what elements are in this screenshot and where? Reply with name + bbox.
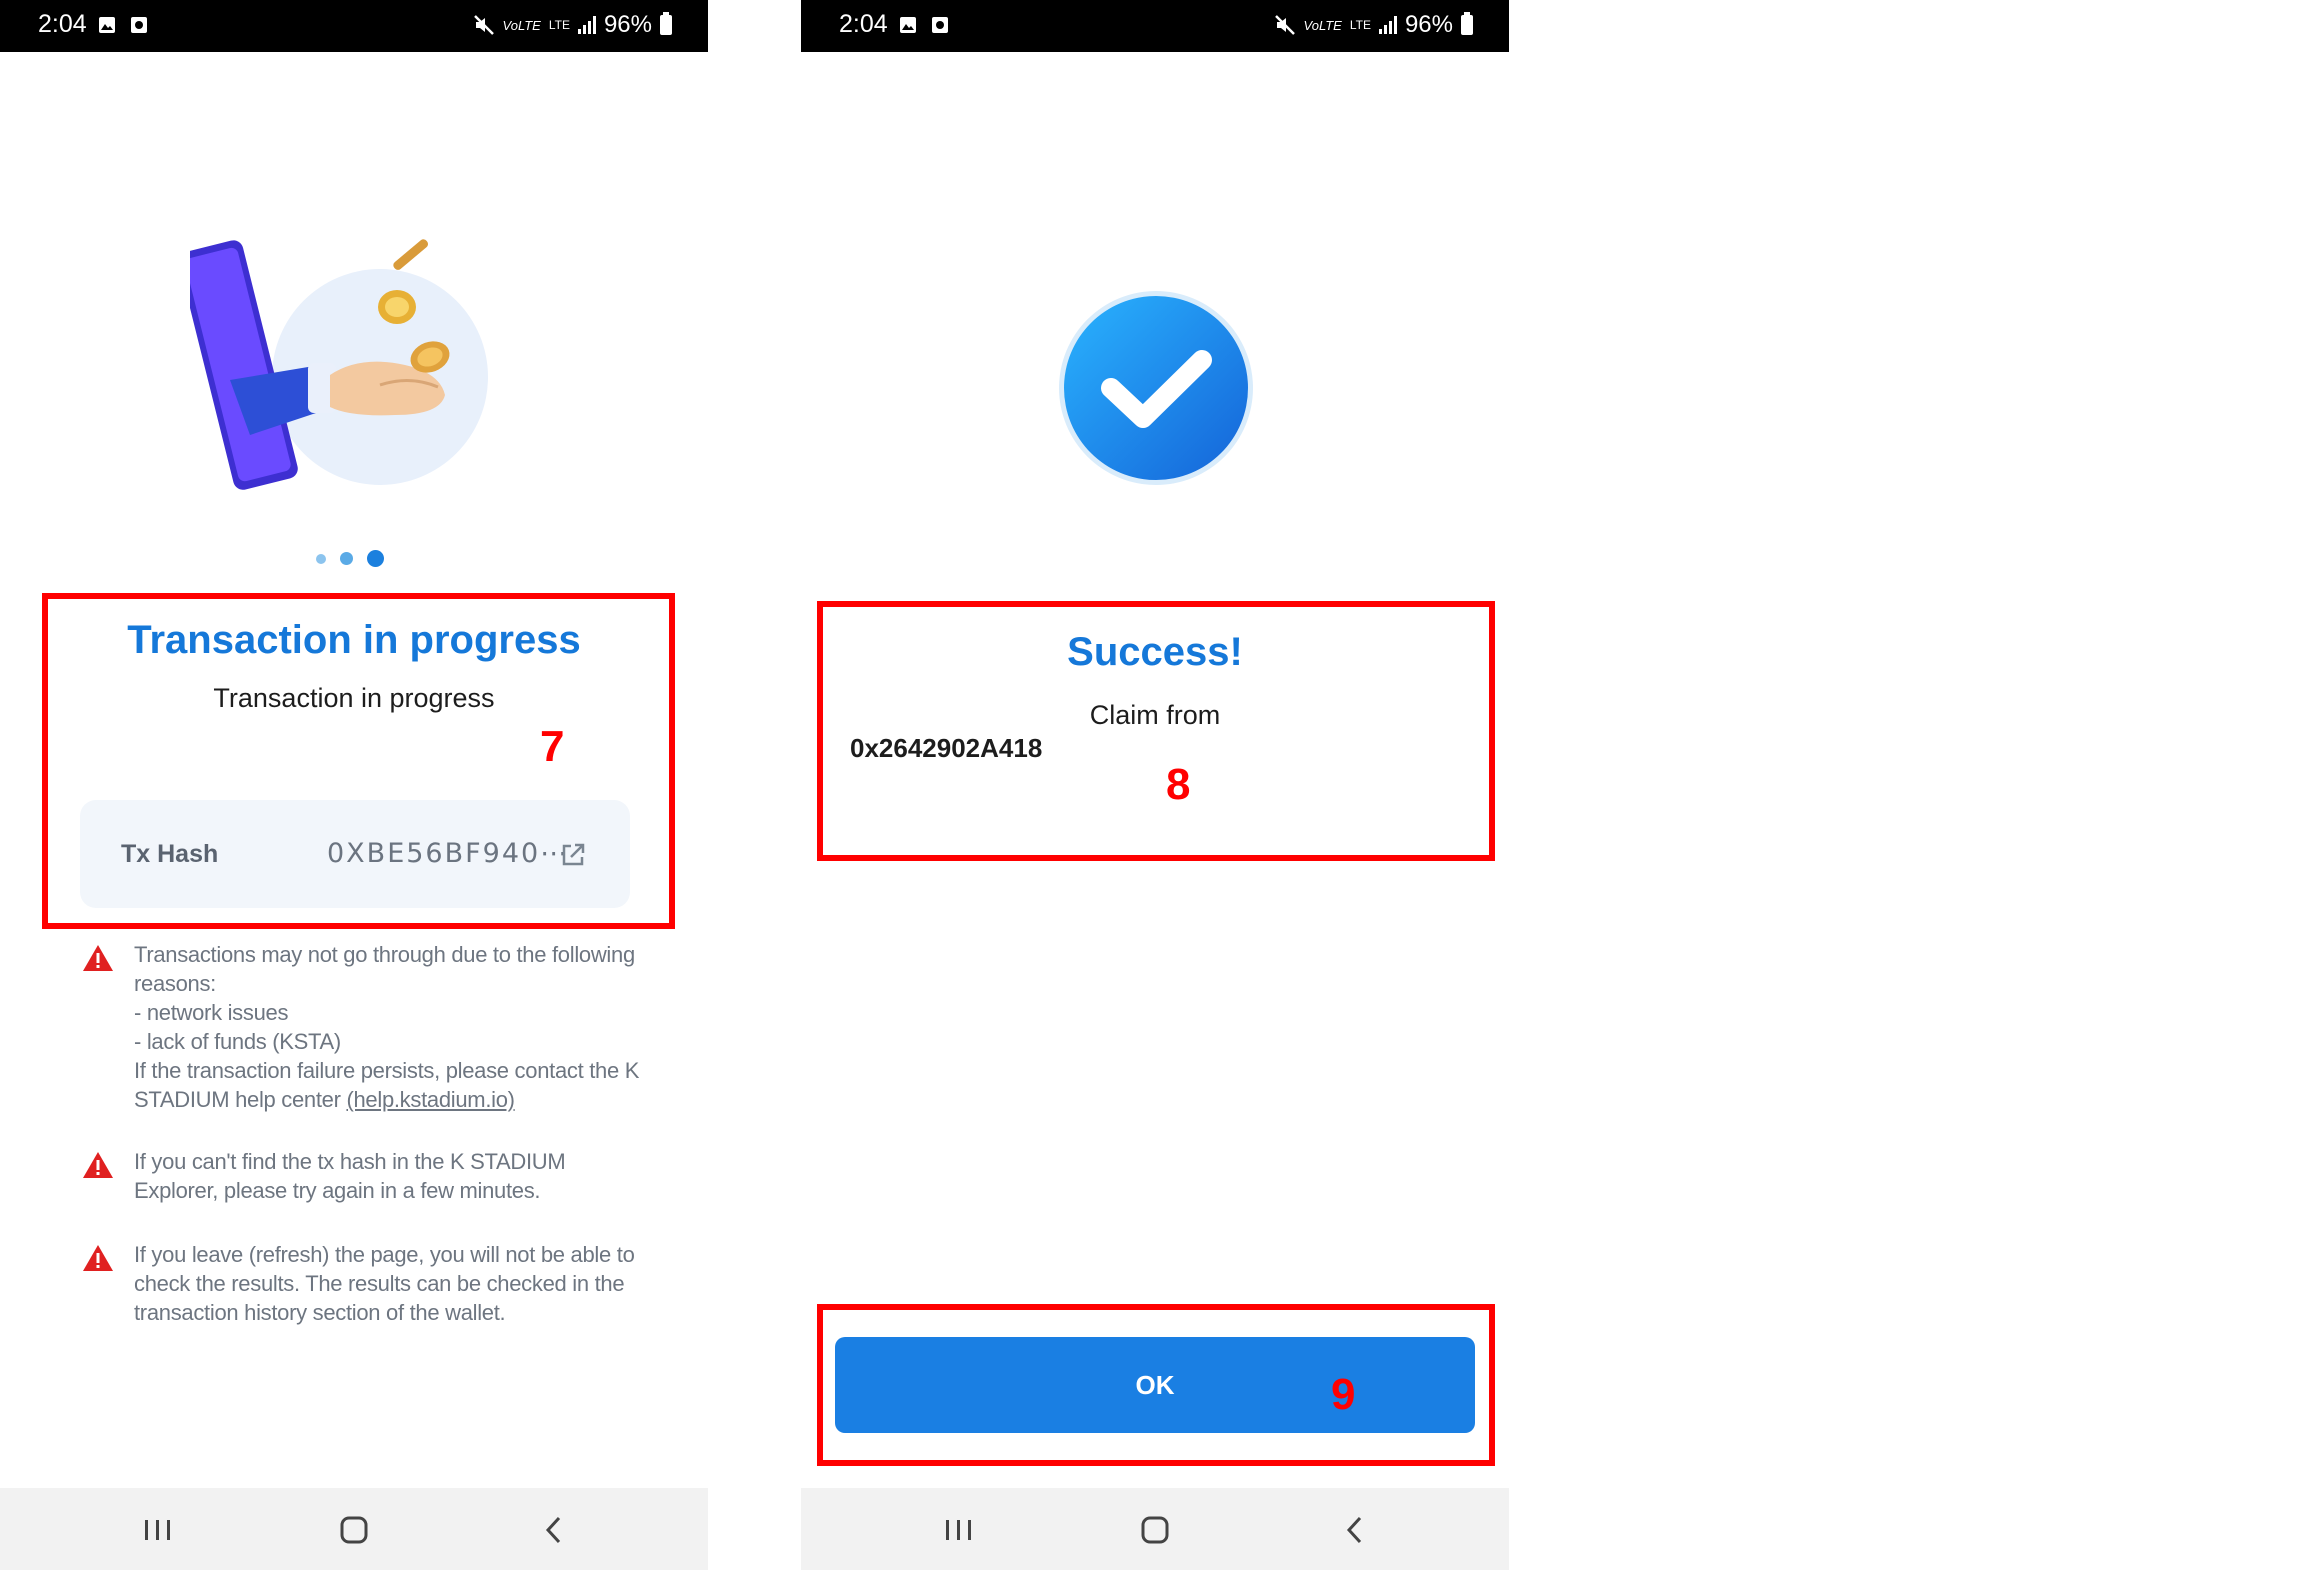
android-nav-bar	[801, 1488, 1509, 1570]
home-icon[interactable]	[324, 1508, 384, 1552]
signal-icon	[1378, 16, 1397, 34]
warning-item: If you leave (refresh) the page, you wil…	[82, 1240, 642, 1330]
carousel-indicator	[316, 550, 384, 567]
lte-indicator: LTE	[548, 18, 570, 32]
ok-button[interactable]: OK	[835, 1337, 1475, 1433]
android-nav-bar	[0, 1488, 708, 1570]
volte-indicator: VoLTE	[1303, 17, 1342, 33]
warning-icon	[83, 1245, 113, 1271]
check-circle-icon	[1059, 291, 1253, 485]
back-icon[interactable]	[524, 1508, 584, 1552]
tx-hash-value: 0XBE56BF940⋯	[327, 838, 570, 869]
claim-address: 0x2642902A418	[850, 733, 1043, 763]
signal-icon	[577, 16, 596, 34]
warning-item: Transactions may not go through due to t…	[82, 940, 642, 1120]
gallery-icon	[900, 17, 916, 33]
transaction-in-progress-screen: 2:04 VoLTE LTE 96% Transaction in progre…	[0, 0, 708, 1570]
warning-item: If you can't find the tx hash in the K S…	[82, 1147, 642, 1207]
screenshot-icon	[932, 17, 948, 33]
battery-icon	[1461, 12, 1473, 35]
success-screen: 2:04 VoLTE LTE 96% Success! Claim from 0…	[801, 0, 1509, 1570]
battery-percent: 96%	[603, 11, 652, 38]
battery-icon	[660, 12, 672, 35]
warning-icon	[83, 945, 113, 971]
annotation-number-7: 7	[540, 722, 565, 771]
mute-icon	[1274, 15, 1295, 35]
recents-icon[interactable]	[929, 1508, 989, 1552]
carousel-dot-active	[367, 550, 384, 567]
warning-text: If you can't find the tx hash in the K S…	[134, 1149, 566, 1203]
gallery-icon	[99, 17, 115, 33]
status-bar: 2:04 VoLTE LTE 96%	[801, 0, 1509, 52]
back-icon[interactable]	[1325, 1508, 1385, 1552]
help-center-link[interactable]: (help.kstadium.io)	[346, 1087, 515, 1112]
screenshot-icon	[131, 17, 147, 33]
carousel-dot	[316, 553, 326, 564]
battery-percent: 96%	[1404, 11, 1453, 38]
home-icon[interactable]	[1125, 1508, 1185, 1552]
warning-text: Transactions may not go through due to t…	[134, 942, 640, 1112]
volte-indicator: VoLTE	[502, 17, 541, 33]
warning-icon	[83, 1152, 113, 1178]
tx-hash-card: Tx Hash 0XBE56BF940⋯	[80, 800, 630, 908]
warning-text: If you leave (refresh) the page, you wil…	[134, 1242, 635, 1325]
page-subtitle: Claim from	[1089, 700, 1221, 730]
status-time: 2:04	[38, 10, 87, 38]
page-subtitle: Transaction in progress	[213, 683, 495, 713]
tx-hash-label: Tx Hash	[121, 840, 219, 868]
carousel-dot	[340, 552, 353, 565]
status-time: 2:04	[839, 10, 888, 38]
page-title: Success!	[1067, 630, 1243, 674]
annotation-number-8: 8	[1166, 760, 1191, 809]
recents-icon[interactable]	[128, 1508, 188, 1552]
status-bar: 2:04 VoLTE LTE 96%	[0, 0, 708, 52]
payment-illustration	[190, 239, 488, 490]
mute-icon	[473, 15, 494, 35]
external-link-icon[interactable]	[558, 840, 588, 870]
annotation-number-9: 9	[1331, 1370, 1356, 1419]
page-title: Transaction in progress	[127, 618, 581, 662]
lte-indicator: LTE	[1349, 18, 1371, 32]
